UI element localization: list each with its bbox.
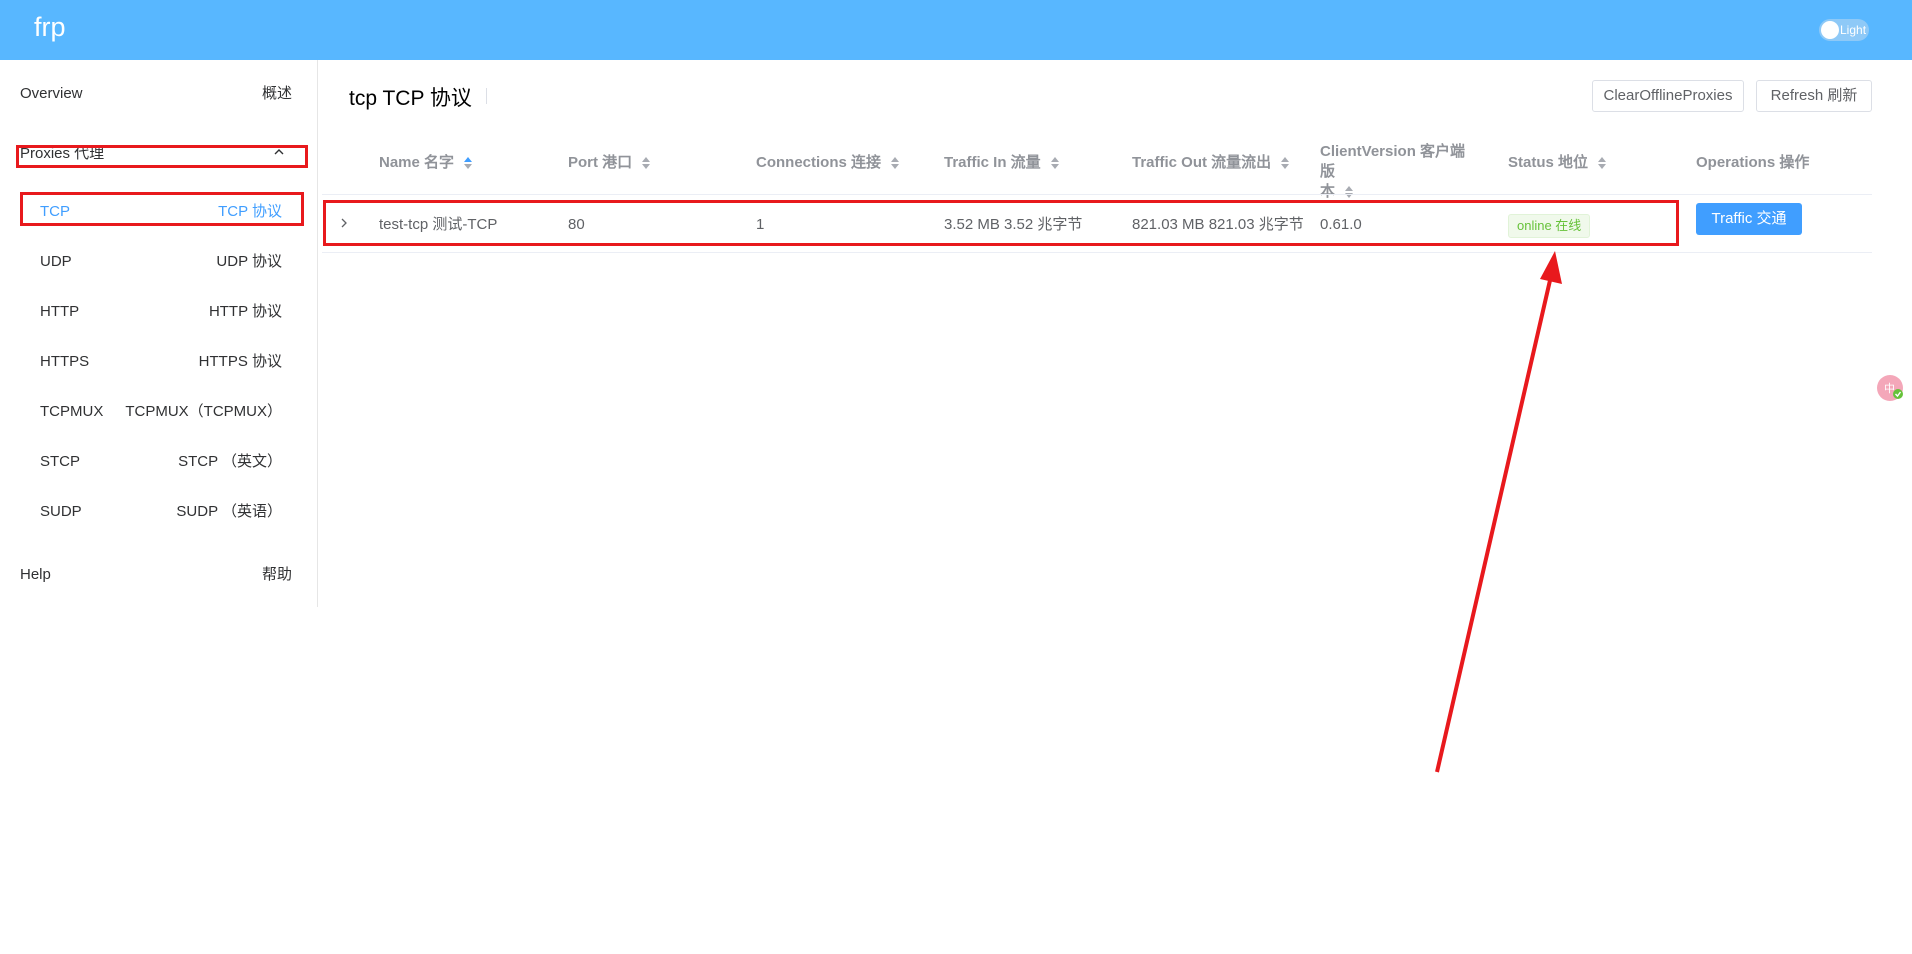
sidebar-item-http[interactable]: HTTP HTTP 协议 [40,300,282,324]
title-divider [486,88,487,104]
sort-icon[interactable] [1598,157,1607,170]
http-label-cn: HTTP 协议 [208,303,282,320]
sudp-label: SUDP [40,503,82,520]
sort-icon[interactable] [1345,186,1354,199]
https-label: HTTPS [40,353,90,370]
page-title: tcp TCP 协议 [349,87,472,110]
sort-icon[interactable] [464,157,473,170]
translate-icon[interactable]: 中 [1875,373,1905,403]
annotation-box-row [323,200,1679,246]
column-header-name[interactable]: Name 名字 [379,153,473,173]
sidebar-item-sudp[interactable]: SUDP SUDP （英语） [40,500,282,524]
column-header-status[interactable]: Status 地位 [1508,153,1607,173]
table-divider [322,252,1872,253]
sidebar-item-tcpmux[interactable]: TCPMUX TCPMUX（TCPMUX） [40,400,282,424]
sidebar-item-stcp[interactable]: STCP STCP （英文） [40,450,282,474]
column-header-client-version[interactable]: ClientVersion 客户端版 本 [1320,142,1480,202]
stcp-label: STCP [40,453,81,470]
sort-icon[interactable] [1281,157,1290,170]
traffic-button[interactable]: Traffic 交通 [1696,203,1802,235]
sort-icon[interactable] [1050,157,1059,170]
column-header-port[interactable]: Port 港口 [568,153,651,173]
sort-icon[interactable] [642,157,651,170]
theme-toggle[interactable]: Light [1819,19,1869,41]
table-divider [322,194,1872,195]
sidebar-item-udp[interactable]: UDP UDP 协议 [40,250,282,274]
tcpmux-label-cn: TCPMUX（TCPMUX） [125,403,282,420]
stcp-label-cn: STCP （英文） [178,453,282,470]
clear-offline-proxies-button[interactable]: ClearOfflineProxies [1592,80,1744,112]
logo[interactable]: frp [34,12,66,43]
http-label: HTTP [40,303,80,320]
udp-label: UDP [40,253,72,270]
sidebar-item-help[interactable]: Help 帮助 [20,563,292,587]
tcpmux-label: TCPMUX [40,403,104,420]
overview-label-cn: 概述 [261,85,292,102]
sidebar-item-https[interactable]: HTTPS HTTPS 协议 [40,350,282,374]
top-bar: frp Light [0,0,1912,60]
sudp-label-cn: SUDP （英语） [176,503,282,520]
annotation-box-tcp [20,192,304,226]
https-label-cn: HTTPS 协议 [198,353,282,370]
column-header-operations: Operations 操作 [1696,154,1810,171]
sidebar-item-overview[interactable]: Overview 概述 [20,82,292,106]
help-label-cn: 帮助 [261,566,292,583]
toggle-knob [1821,21,1839,39]
udp-label-cn: UDP 协议 [216,253,282,270]
sort-icon[interactable] [891,157,900,170]
column-header-connections[interactable]: Connections 连接 [756,153,900,173]
refresh-button[interactable]: Refresh 刷新 [1756,80,1872,112]
annotation-box-proxies [16,145,308,168]
sidebar: Overview 概述 Proxies 代理 TCP TCP 协议 UDP UD… [0,60,318,607]
column-header-traffic-in[interactable]: Traffic In 流量 [944,153,1059,173]
help-label: Help [20,566,51,583]
column-header-traffic-out[interactable]: Traffic Out 流量流出 [1132,153,1290,173]
overview-label: Overview [20,85,83,102]
theme-label: Light [1840,23,1867,37]
